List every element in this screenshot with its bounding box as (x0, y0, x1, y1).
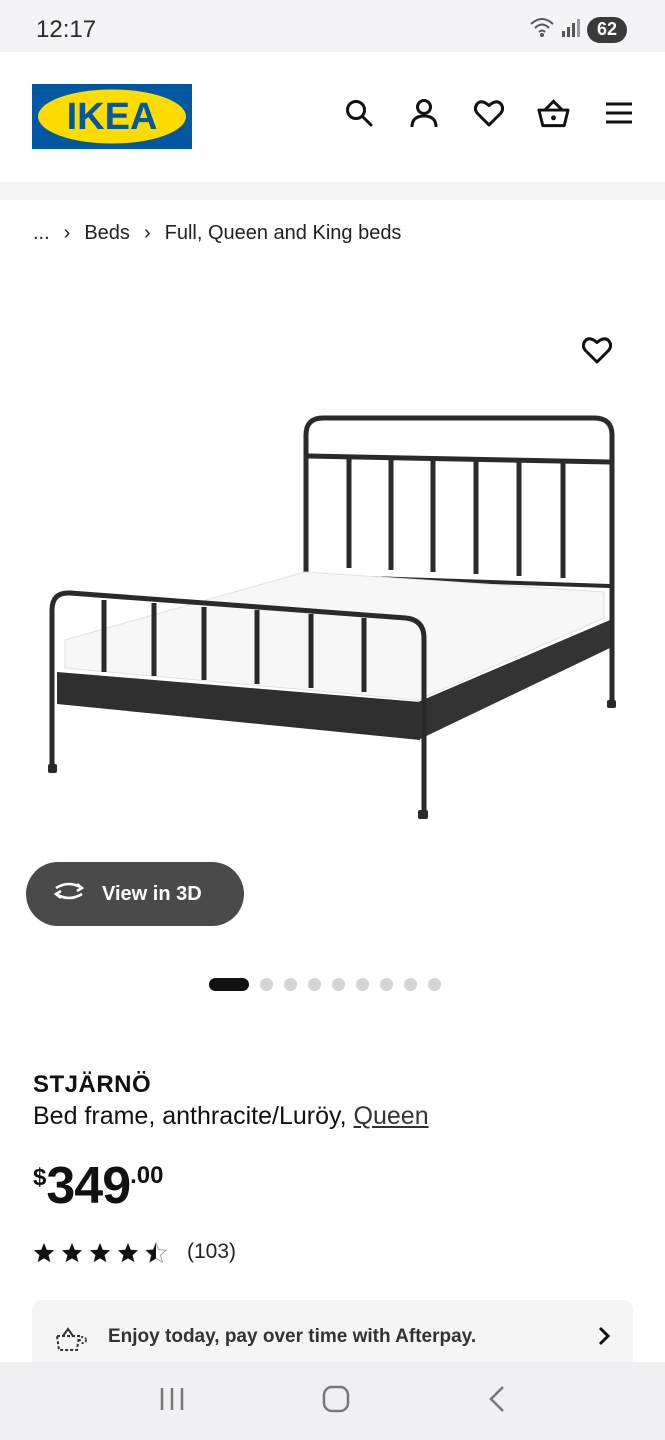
half-star-icon (145, 1241, 167, 1263)
breadcrumb-item-full-queen-king-beds[interactable]: Full, Queen and King beds (165, 222, 402, 245)
view-in-3d-button[interactable]: View in 3D (26, 862, 244, 926)
account-icon[interactable] (407, 96, 440, 129)
breadcrumb-ellipsis[interactable]: ... (33, 222, 50, 245)
product-rating[interactable]: (103) (33, 1240, 236, 1264)
rating-count: (103) (187, 1240, 237, 1263)
price-decimal: .00 (130, 1162, 164, 1189)
afterpay-text: Enjoy today, pay over time with Afterpay… (108, 1326, 477, 1347)
wifi-icon (529, 16, 555, 43)
star-icon (33, 1242, 55, 1262)
recent-apps-icon[interactable] (158, 1386, 186, 1417)
status-icons: 62 (529, 16, 627, 43)
gallery-dot[interactable] (284, 978, 297, 991)
star-icon (89, 1242, 111, 1262)
rating-stars (33, 1241, 167, 1263)
gallery-dot[interactable] (428, 978, 441, 991)
header-icons (342, 96, 635, 129)
chevron-right-icon: › (63, 222, 71, 244)
search-icon[interactable] (342, 96, 375, 129)
heart-icon[interactable] (472, 96, 505, 129)
gallery-dot[interactable] (356, 978, 369, 991)
gallery-pagination (209, 978, 441, 991)
gallery-dot[interactable] (404, 978, 417, 991)
gallery-dot[interactable] (209, 978, 249, 991)
rotate-3d-icon (52, 880, 86, 908)
product-image[interactable] (0, 300, 665, 860)
menu-icon[interactable] (602, 96, 635, 129)
product-description: Bed frame, anthracite/Luröy, Queen (33, 1102, 429, 1131)
signal-icon (561, 17, 581, 42)
product-description-text: Bed frame, anthracite/Luröy, (33, 1102, 354, 1130)
chevron-right-icon: › (143, 222, 151, 244)
afterpay-icon (54, 1326, 88, 1357)
home-icon[interactable] (321, 1384, 351, 1419)
product-price: $ 349 .00 (33, 1156, 164, 1216)
product-name: STJÄRNÖ (33, 1071, 152, 1098)
gallery-dot[interactable] (332, 978, 345, 991)
view-in-3d-label: View in 3D (102, 882, 202, 905)
back-icon[interactable] (487, 1384, 507, 1419)
logo-text: IKEA (67, 96, 158, 138)
price-integer: 349 (46, 1157, 131, 1215)
size-link[interactable]: Queen (354, 1102, 429, 1130)
breadcrumb: ... › Beds › Full, Queen and King beds (33, 222, 401, 245)
status-time: 12:17 (36, 16, 97, 43)
gallery-dot[interactable] (380, 978, 393, 991)
gallery-dot[interactable] (260, 978, 273, 991)
system-navigation-bar (0, 1362, 665, 1440)
ikea-logo[interactable]: IKEA (32, 84, 192, 149)
status-bar: 12:17 62 (0, 0, 665, 52)
site-header: IKEA (0, 52, 665, 182)
breadcrumb-item-beds[interactable]: Beds (84, 222, 130, 245)
add-to-favourites-icon[interactable] (581, 336, 618, 372)
star-icon (61, 1242, 83, 1262)
gallery-dot[interactable] (308, 978, 321, 991)
section-divider (0, 182, 665, 200)
chevron-right-icon (597, 1326, 611, 1351)
star-icon (117, 1242, 139, 1262)
basket-icon[interactable] (537, 96, 570, 129)
price-currency: $ (33, 1164, 47, 1191)
battery-indicator: 62 (587, 16, 627, 43)
